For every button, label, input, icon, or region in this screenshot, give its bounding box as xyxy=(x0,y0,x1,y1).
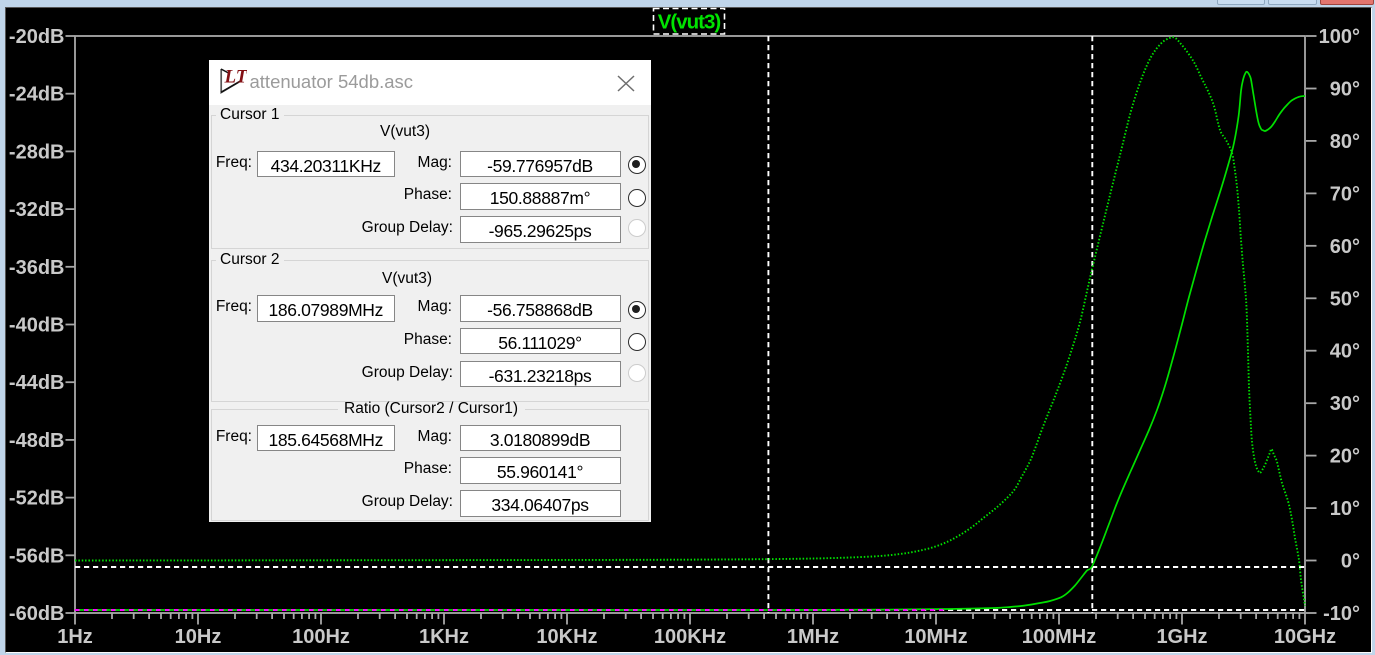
svg-text:-20dB: -20dB xyxy=(9,26,65,48)
svg-text:80°: 80° xyxy=(1330,131,1360,153)
svg-text:90°: 90° xyxy=(1330,79,1360,101)
svg-text:-52dB: -52dB xyxy=(9,488,65,510)
svg-text:-32dB: -32dB xyxy=(9,199,65,221)
svg-text:1Hz: 1Hz xyxy=(57,626,93,648)
svg-text:10MHz: 10MHz xyxy=(904,626,967,648)
svg-text:10GHz: 10GHz xyxy=(1274,626,1336,648)
svg-text:60°: 60° xyxy=(1330,236,1360,258)
svg-text:-24dB: -24dB xyxy=(9,84,65,106)
svg-text:30°: 30° xyxy=(1330,393,1360,415)
svg-text:-48dB: -48dB xyxy=(9,430,65,452)
svg-text:20°: 20° xyxy=(1330,446,1360,468)
svg-text:-56dB: -56dB xyxy=(9,545,65,567)
svg-text:-36dB: -36dB xyxy=(9,257,65,279)
svg-text:-60dB: -60dB xyxy=(9,603,65,625)
svg-text:0°: 0° xyxy=(1341,551,1360,573)
svg-text:100°: 100° xyxy=(1319,26,1360,48)
svg-text:10KHz: 10KHz xyxy=(536,626,597,648)
svg-text:100Hz: 100Hz xyxy=(292,626,350,648)
svg-text:-44dB: -44dB xyxy=(9,372,65,394)
svg-text:100MHz: 100MHz xyxy=(1022,626,1096,648)
svg-text:50°: 50° xyxy=(1330,288,1360,310)
svg-text:10Hz: 10Hz xyxy=(175,626,222,648)
svg-text:-28dB: -28dB xyxy=(9,141,65,163)
svg-text:1KHz: 1KHz xyxy=(419,626,469,648)
svg-text:100KHz: 100KHz xyxy=(654,626,726,648)
svg-text:LT: LT xyxy=(224,68,248,88)
svg-text:V(vut3): V(vut3) xyxy=(658,11,721,34)
svg-text:1GHz: 1GHz xyxy=(1156,626,1207,648)
svg-text:40°: 40° xyxy=(1330,341,1360,363)
svg-text:-10°: -10° xyxy=(1323,603,1360,625)
svg-text:10°: 10° xyxy=(1330,498,1360,520)
svg-text:70°: 70° xyxy=(1330,183,1360,205)
svg-text:1MHz: 1MHz xyxy=(787,626,839,648)
svg-text:-40dB: -40dB xyxy=(9,315,65,337)
